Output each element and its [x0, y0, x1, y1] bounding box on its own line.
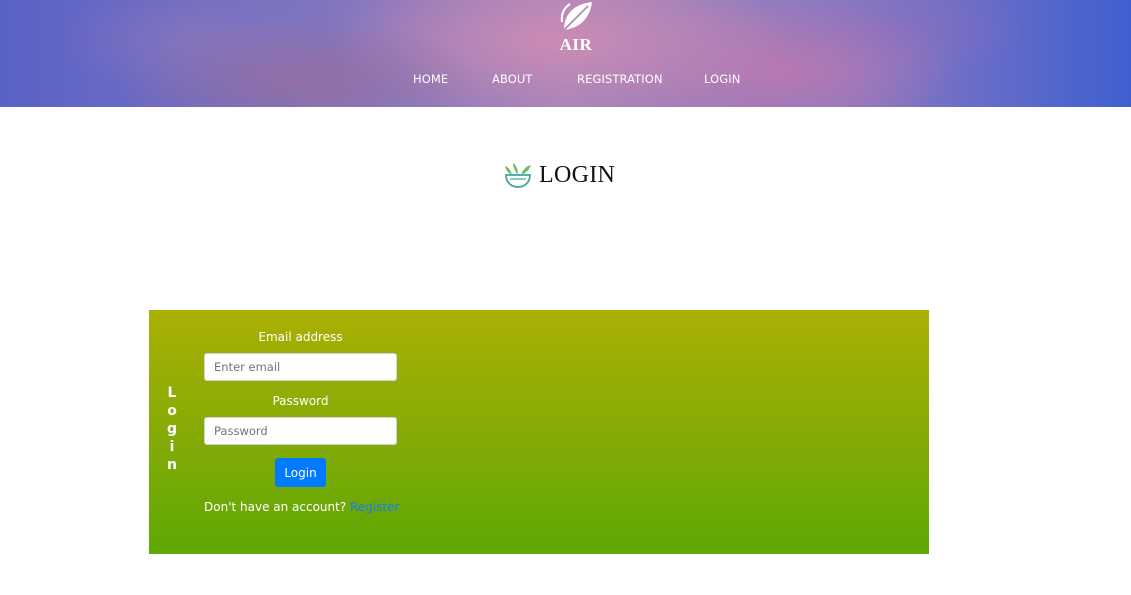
plant-bowl-icon	[505, 163, 531, 188]
side-label-letter: i	[169, 439, 175, 455]
main-nav: HOME ABOUT REGISTRATION LOGIN	[0, 72, 1131, 88]
side-label-letter: L	[167, 385, 177, 401]
side-login-label: L o g i n	[163, 384, 181, 474]
login-button[interactable]: Login	[275, 458, 326, 487]
email-field[interactable]	[204, 353, 397, 381]
nav-login[interactable]: LOGIN	[704, 72, 740, 86]
site-header: AIR HOME ABOUT REGISTRATION LOGIN	[0, 0, 1131, 107]
password-label: Password	[272, 394, 329, 408]
login-panel: L o g i n Email address Password Login D…	[149, 310, 929, 554]
leaf-icon	[560, 2, 592, 31]
site-logo[interactable]: AIR	[556, 0, 596, 56]
nav-about[interactable]: ABOUT	[492, 72, 533, 86]
side-label-letter: g	[166, 421, 178, 437]
page-title: LOGIN	[503, 160, 615, 190]
register-link[interactable]: Register	[350, 500, 399, 514]
password-field[interactable]	[204, 417, 397, 445]
email-label: Email address	[258, 330, 343, 344]
logo-text: AIR	[559, 35, 593, 54]
register-prompt-text: Don't have an account?	[204, 500, 347, 514]
register-prompt: Don't have an account? Register	[204, 500, 444, 514]
page-title-text: LOGIN	[539, 161, 616, 188]
side-label-letter: n	[167, 457, 177, 473]
side-label-letter: o	[167, 403, 177, 419]
nav-registration[interactable]: REGISTRATION	[577, 72, 663, 86]
nav-home[interactable]: HOME	[413, 72, 448, 86]
